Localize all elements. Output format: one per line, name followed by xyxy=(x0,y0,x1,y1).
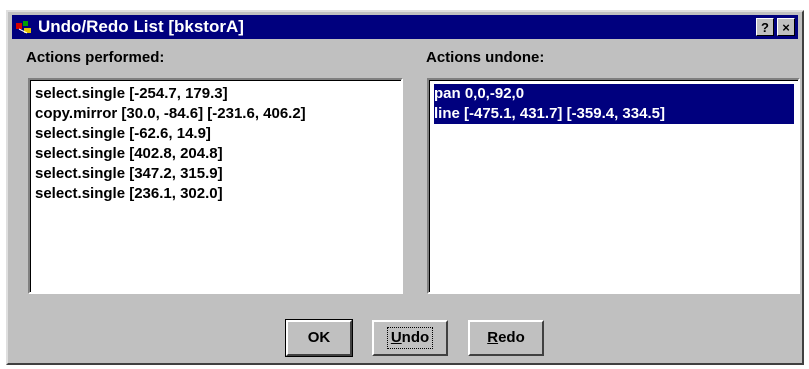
app-icon xyxy=(16,21,31,34)
window-title: Undo/Redo List [bkstorA] xyxy=(38,17,244,36)
list-item[interactable]: select.single [236.1, 302.0] xyxy=(35,184,397,204)
list-item[interactable]: pan 0,0,-92,0 xyxy=(434,84,794,104)
redo-mnemonic: R xyxy=(487,329,499,346)
redo-button[interactable]: Redo xyxy=(468,320,544,356)
actions-undone-label: Actions undone: xyxy=(426,49,545,66)
list-item[interactable]: line [-475.1, 431.7] [-359.4, 334.5] xyxy=(434,104,794,124)
list-item[interactable]: select.single [402.8, 204.8] xyxy=(35,144,397,164)
close-button[interactable]: × xyxy=(777,18,795,36)
actions-undone-list[interactable]: pan 0,0,-92,0 line [-475.1, 431.7] [-359… xyxy=(427,78,800,294)
list-item[interactable]: select.single [-254.7, 179.3] xyxy=(35,84,397,104)
actions-performed-label: Actions performed: xyxy=(26,49,165,66)
list-item[interactable]: copy.mirror [30.0, -84.6] [-231.6, 406.2… xyxy=(35,104,397,124)
undo-button[interactable]: Undo xyxy=(372,320,448,356)
help-button[interactable]: ? xyxy=(756,18,774,36)
title-bar[interactable]: Undo/Redo List [bkstorA] ? × xyxy=(12,15,798,39)
undo-redo-dialog: Undo/Redo List [bkstorA] ? × Actions per… xyxy=(6,10,804,365)
undo-button-label: Undo xyxy=(386,327,434,349)
actions-performed-list[interactable]: select.single [-254.7, 179.3] copy.mirro… xyxy=(28,78,403,294)
list-item[interactable]: select.single [-62.6, 14.9] xyxy=(35,124,397,144)
redo-label-rest: edo xyxy=(498,329,525,346)
ok-button[interactable]: OK xyxy=(285,319,353,357)
list-item[interactable]: select.single [347.2, 315.9] xyxy=(35,164,397,184)
